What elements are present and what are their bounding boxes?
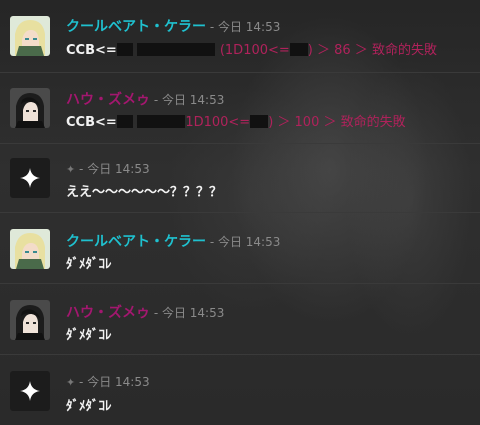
redaction-block [116,43,133,56]
roll-result: ) ＞ 86 ＞ 致命的失敗 [307,43,437,58]
chat-message: ✦ - 今日 14:53 ﾀﾞﾒﾀﾞｺﾚ [0,355,480,425]
message-header: ハウ・ズメゥ - 今日 14:53 [66,89,224,109]
message-text: ﾀﾞﾒﾀﾞｺﾚ [66,328,112,343]
message-text: ﾀﾞﾒﾀﾞｺﾚ [66,257,112,272]
chat-message: クールベアト・ケラー - 今日 14:53 CCB<= (1D100<= ) ＞ … [0,0,480,73]
timestamp: - 今日 14:53 [79,162,150,176]
sender-name[interactable]: クールベアト・ケラー [66,19,206,35]
message-header: ハウ・ズメゥ - 今日 14:53 [66,302,224,322]
timestamp: - 今日 14:53 [153,306,225,320]
timestamp: - 今日 14:53 [79,375,150,389]
blond-character-avatar-icon [10,229,50,269]
roll-prefix: CCB<= [66,43,117,58]
redaction-block [289,43,308,56]
chat-message: ✦ - 今日 14:53 ええ〜〜〜〜〜〜？？？？ [0,144,480,213]
timestamp: - 今日 14:53 [153,93,225,107]
redaction-block [137,115,186,128]
avatar[interactable] [10,229,50,269]
dark-haired-character-avatar-icon [10,88,50,128]
message-header: クールベアト・ケラー - 今日 14:53 [66,231,280,251]
timestamp: - 今日 14:53 [209,20,281,34]
timestamp: - 今日 14:53 [209,235,281,249]
message-text: CCB<= (1D100<= ) ＞ 86 ＞ 致命的失敗 [66,39,437,58]
redaction-block [250,115,269,128]
avatar[interactable] [10,371,50,411]
sparkle-icon: ✦ [66,376,76,389]
message-text: ええ〜〜〜〜〜〜？？？？ [66,185,223,200]
avatar[interactable] [10,158,50,198]
chat-message: ハウ・ズメゥ - 今日 14:53 ﾀﾞﾒﾀﾞｺﾚ [0,284,480,355]
message-header: クールベアト・ケラー - 今日 14:53 [66,16,280,36]
chat-message: クールベアト・ケラー - 今日 14:53 ﾀﾞﾒﾀﾞｺﾚ [0,213,480,284]
message-text: ﾀﾞﾒﾀﾞｺﾚ [66,399,112,414]
sparkle-icon: ✦ [66,163,76,176]
roll-result: ) ＞ 100 ＞ 致命的失敗 [268,115,406,130]
sparkle-icon [20,381,40,401]
message-text: CCB<= 1D100<= ) ＞ 100 ＞ 致命的失敗 [66,111,406,130]
avatar[interactable] [10,16,50,56]
sparkle-icon [20,168,40,188]
sender-name[interactable]: ハウ・ズメゥ [66,92,150,108]
roll-formula: 1D100<= [185,115,251,130]
blond-character-avatar-icon [10,16,50,56]
redaction-block [137,43,216,56]
avatar[interactable] [10,88,50,128]
sender-name[interactable]: クールベアト・ケラー [66,234,206,250]
message-header: ✦ - 今日 14:53 [66,160,150,177]
roll-formula: (1D100<= [219,43,290,58]
sender-name[interactable]: ハウ・ズメゥ [66,305,150,321]
message-header: ✦ - 今日 14:53 [66,373,150,390]
avatar[interactable] [10,300,50,340]
roll-prefix: CCB<= [66,115,117,130]
chat-message: ハウ・ズメゥ - 今日 14:53 CCB<= 1D100<= ) ＞ 100 ＞… [0,73,480,144]
dark-haired-character-avatar-icon [10,300,50,340]
redaction-block [116,115,133,128]
